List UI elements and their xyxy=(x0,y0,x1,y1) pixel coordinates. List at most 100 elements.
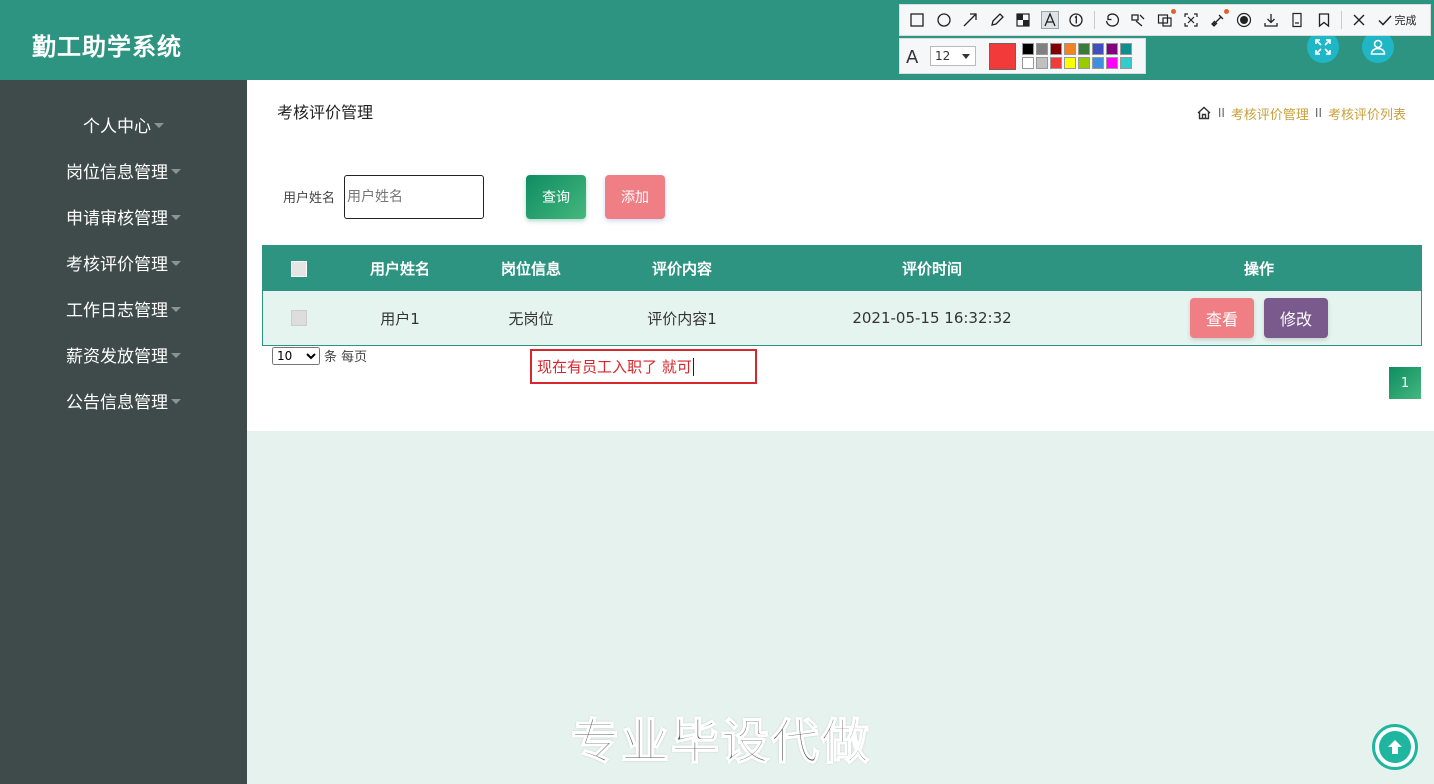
sidebar-item-label: 工作日志管理 xyxy=(66,300,168,321)
pencil-tool[interactable] xyxy=(988,11,1006,29)
close-tool[interactable] xyxy=(1350,11,1368,29)
table-row: 用户1 无岗位 评价内容1 2021-05-15 16:32:32 查看 修改 xyxy=(263,291,1421,345)
color-swatch[interactable] xyxy=(1092,43,1104,55)
select-all-checkbox[interactable] xyxy=(291,260,307,277)
sidebar-item-label: 薪资发放管理 xyxy=(66,346,168,367)
text-style-toolbar: A 12 xyxy=(899,38,1146,74)
font-size-value: 12 xyxy=(935,49,951,63)
translate-tool[interactable] xyxy=(1209,9,1229,29)
rectangle-tool[interactable] xyxy=(908,11,926,29)
sidebar-item-work-log[interactable]: 工作日志管理 xyxy=(0,288,247,328)
caret-down-icon xyxy=(171,398,181,404)
color-swatch[interactable] xyxy=(1050,57,1062,69)
color-swatch[interactable] xyxy=(1106,43,1118,55)
arrow-up-icon xyxy=(1388,740,1402,754)
color-swatch[interactable] xyxy=(1022,43,1034,55)
bookmark-tool[interactable] xyxy=(1315,11,1333,29)
pin-icon xyxy=(1131,14,1145,27)
breadcrumb-item[interactable]: 考核评价列表 xyxy=(1328,104,1406,123)
undo-tool[interactable] xyxy=(1103,11,1121,29)
ocr-tool[interactable] xyxy=(1156,9,1176,29)
breadcrumb: II 考核评价管理 II 考核评价列表 xyxy=(1196,102,1406,124)
sidebar-item-announcement[interactable]: 公告信息管理 xyxy=(0,380,247,420)
number-icon xyxy=(1069,13,1083,27)
edit-button[interactable]: 修改 xyxy=(1264,298,1328,338)
home-icon[interactable] xyxy=(1196,105,1212,121)
long-screenshot-tool[interactable] xyxy=(1288,11,1306,29)
page-size-suffix: 条 每页 xyxy=(324,350,368,365)
content-panel: 考核评价管理 II 考核评价管理 II 考核评价列表 用户姓名 查询 添加 用户… xyxy=(247,80,1434,431)
done-button[interactable]: 完成 xyxy=(1377,12,1417,28)
view-button[interactable]: 查看 xyxy=(1190,298,1254,338)
add-button[interactable]: 添加 xyxy=(605,175,665,219)
color-swatch[interactable] xyxy=(1092,57,1104,69)
download-tool[interactable] xyxy=(1262,11,1280,29)
row-checkbox[interactable] xyxy=(291,310,307,326)
pin-tool[interactable] xyxy=(1129,11,1147,29)
breadcrumb-item[interactable]: 考核评价管理 xyxy=(1231,104,1309,123)
color-swatch[interactable] xyxy=(1120,43,1132,55)
color-swatch[interactable] xyxy=(1078,43,1090,55)
pencil-icon xyxy=(990,13,1004,26)
sidebar-item-evaluation[interactable]: 考核评价管理 xyxy=(0,242,247,282)
column-header[interactable]: 岗位信息 xyxy=(465,246,597,291)
record-tool[interactable] xyxy=(1235,11,1253,29)
back-to-top-button[interactable] xyxy=(1372,724,1418,770)
annotation-text-box[interactable]: 现在有员工入职了 就可 xyxy=(530,349,757,384)
text-tool[interactable] xyxy=(1040,11,1059,29)
mosaic-tool[interactable] xyxy=(1014,11,1032,29)
page-number-button[interactable]: 1 xyxy=(1389,367,1421,399)
notification-dot xyxy=(1170,9,1176,14)
cell-actions: 查看 修改 xyxy=(1097,291,1421,345)
arrow-icon xyxy=(963,13,977,27)
page-size-control: 10 条 每页 xyxy=(272,346,367,365)
color-swatch[interactable] xyxy=(1036,57,1048,69)
color-swatch[interactable] xyxy=(1064,43,1076,55)
cell-user: 用户1 xyxy=(380,309,420,328)
username-search-input[interactable] xyxy=(344,175,484,219)
caret-down-icon xyxy=(171,352,181,358)
translate-icon xyxy=(1210,14,1223,27)
sidebar-item-position-info[interactable]: 岗位信息管理 xyxy=(0,150,247,190)
color-swatch[interactable] xyxy=(1120,57,1132,69)
column-header[interactable]: 评价内容 xyxy=(597,246,767,291)
ellipse-icon xyxy=(936,13,951,27)
current-color-swatch[interactable] xyxy=(989,43,1016,70)
screenshot-toolbar: 完成 xyxy=(899,4,1431,36)
long-screenshot-icon xyxy=(1292,12,1302,28)
caret-down-icon xyxy=(171,306,181,312)
sidebar-item-salary[interactable]: 薪资发放管理 xyxy=(0,334,247,374)
query-button[interactable]: 查询 xyxy=(526,175,586,219)
app-title: 勤工助学系统 xyxy=(32,33,182,61)
color-swatch[interactable] xyxy=(1106,57,1118,69)
color-swatch[interactable] xyxy=(1078,57,1090,69)
scroll-capture-icon xyxy=(1184,13,1198,27)
page-size-select[interactable]: 10 xyxy=(272,346,320,365)
sidebar-item-label: 公告信息管理 xyxy=(66,392,168,413)
column-header[interactable]: 用户姓名 xyxy=(335,246,465,291)
font-icon: A xyxy=(906,47,919,68)
font-size-select[interactable]: 12 xyxy=(930,46,976,66)
table-header: 用户姓名 岗位信息 评价内容 评价时间 操作 xyxy=(263,246,1421,291)
ellipse-tool[interactable] xyxy=(935,11,953,29)
number-tool[interactable] xyxy=(1067,11,1085,29)
sidebar-item-application-review[interactable]: 申请审核管理 xyxy=(0,196,247,236)
sidebar-item-personal-center[interactable]: 个人中心 xyxy=(0,104,247,144)
record-icon xyxy=(1236,12,1252,28)
select-all-cell xyxy=(263,246,335,291)
text-cursor xyxy=(692,357,694,376)
color-swatch[interactable] xyxy=(1064,57,1076,69)
toolbar-separator xyxy=(1341,11,1342,29)
sidebar-item-label: 考核评价管理 xyxy=(66,254,168,275)
breadcrumb-separator: II xyxy=(1217,106,1225,120)
column-header[interactable]: 评价时间 xyxy=(767,246,1097,291)
color-swatch[interactable] xyxy=(1050,43,1062,55)
scroll-capture-tool[interactable] xyxy=(1182,11,1200,29)
bookmark-icon xyxy=(1318,13,1329,28)
color-palette xyxy=(1021,43,1141,71)
color-swatch[interactable] xyxy=(1022,57,1034,69)
arrow-tool[interactable] xyxy=(961,11,979,29)
color-swatch[interactable] xyxy=(1036,43,1048,55)
sidebar: 个人中心 岗位信息管理 申请审核管理 考核评价管理 工作日志管理 薪资发放管理 … xyxy=(0,80,247,784)
notification-dot xyxy=(1223,9,1229,14)
